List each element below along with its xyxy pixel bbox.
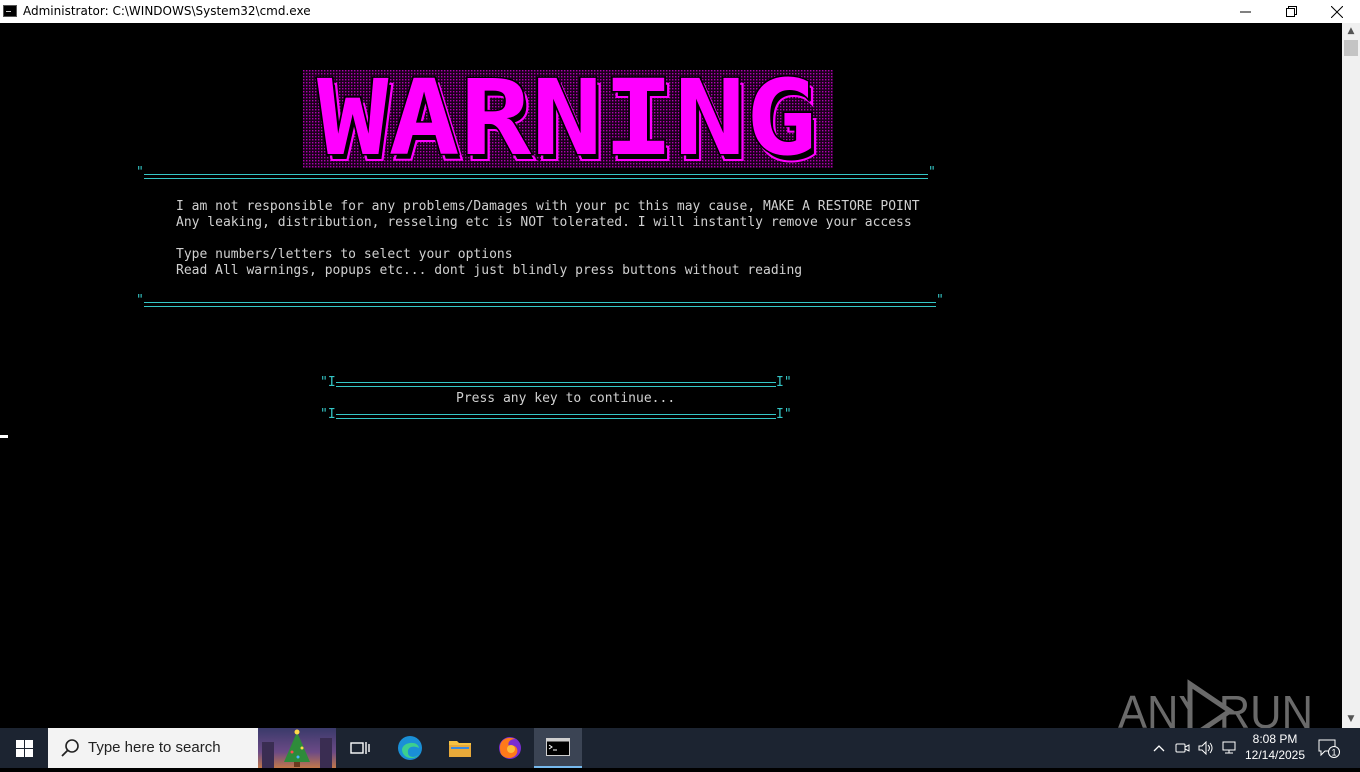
edge-icon	[398, 736, 422, 760]
top-double-rule	[144, 174, 928, 179]
rule-quote-left-2: "	[136, 293, 144, 308]
show-hidden-icons-button[interactable]	[1150, 728, 1168, 768]
taskbar: Type here to search 8:08 PM 12/14/2025 1	[0, 728, 1360, 768]
cmd-taskbar-button[interactable]	[534, 728, 582, 768]
box-bottom-right-end: I"	[776, 407, 792, 422]
chevron-up-icon	[1153, 745, 1165, 752]
disclaimer-line-2: Any leaking, distribution, resseling etc…	[176, 215, 912, 230]
rule-quote-left: "	[136, 165, 144, 180]
minimize-button[interactable]	[1222, 0, 1268, 23]
window-title: Administrator: C:\WINDOWS\System32\cmd.e…	[23, 4, 311, 18]
press-any-key-prompt: Press any key to continue...	[456, 391, 676, 406]
start-button[interactable]	[0, 728, 48, 768]
meet-now-button[interactable]	[1173, 728, 1193, 768]
instructions-line-1: Type numbers/letters to select your opti…	[176, 247, 513, 262]
box-bottom-left-end: "I	[320, 407, 336, 422]
speaker-icon	[1198, 741, 1213, 755]
cmd-app-icon	[3, 5, 17, 17]
clock-date: 12/14/2025	[1244, 748, 1306, 762]
taskbar-search-box[interactable]: Type here to search	[48, 728, 336, 768]
rule-quote-right-2: "	[936, 293, 944, 308]
instructions-line-2: Read All warnings, popups etc... dont ju…	[176, 263, 803, 278]
scroll-up-arrow-icon[interactable]: ▲	[1342, 23, 1360, 40]
close-button[interactable]	[1314, 0, 1360, 23]
disclaimer-line-1: I am not responsible for any problems/Da…	[176, 199, 920, 214]
search-icon	[61, 739, 79, 757]
close-icon	[1331, 5, 1343, 18]
vertical-scrollbar[interactable]: ▲ ▼	[1342, 23, 1360, 728]
folder-icon	[449, 741, 471, 757]
box-top-rule	[336, 382, 776, 387]
bottom-double-rule	[144, 302, 936, 307]
notification-count: 1	[1331, 748, 1336, 758]
box-bottom-rule	[336, 414, 776, 419]
notifications-button[interactable]: 1	[1316, 728, 1342, 768]
minimize-icon	[1239, 11, 1251, 13]
file-explorer-taskbar-button[interactable]	[436, 728, 484, 768]
restore-icon	[1285, 6, 1297, 17]
warning-banner-text: WARNING	[317, 70, 817, 168]
box-top-left-end: "I	[320, 375, 336, 390]
cmd-icon	[546, 738, 570, 756]
firefox-icon	[499, 737, 521, 759]
text-cursor	[0, 435, 8, 438]
firefox-taskbar-button[interactable]	[486, 728, 534, 768]
rule-quote-right: "	[928, 165, 936, 180]
christmas-tree-icon	[262, 729, 332, 768]
console-output[interactable]: WARNING WARNING " " I am not responsible…	[0, 23, 1342, 742]
taskbar-clock[interactable]: 8:08 PM 12/14/2025	[1240, 731, 1310, 763]
windows-logo-icon	[15, 739, 33, 757]
warning-ascii-banner: WARNING WARNING	[303, 70, 833, 168]
box-top-right-end: I"	[776, 375, 792, 390]
camera-icon	[1175, 743, 1190, 753]
restore-button[interactable]	[1268, 0, 1314, 23]
search-highlight-image[interactable]	[258, 728, 336, 768]
clock-time: 8:08 PM	[1252, 732, 1298, 746]
scroll-down-arrow-icon[interactable]: ▼	[1342, 711, 1360, 728]
task-view-button[interactable]	[336, 728, 384, 768]
volume-button[interactable]	[1196, 728, 1216, 768]
search-placeholder: Type here to search	[88, 739, 221, 756]
window-titlebar[interactable]: Administrator: C:\WINDOWS\System32\cmd.e…	[0, 0, 1360, 23]
task-view-icon	[350, 742, 370, 754]
edge-taskbar-button[interactable]	[386, 728, 434, 768]
network-icon	[1222, 741, 1236, 754]
network-button[interactable]	[1220, 728, 1240, 768]
scroll-thumb[interactable]	[1344, 40, 1358, 56]
notification-icon: 1	[1318, 739, 1340, 758]
